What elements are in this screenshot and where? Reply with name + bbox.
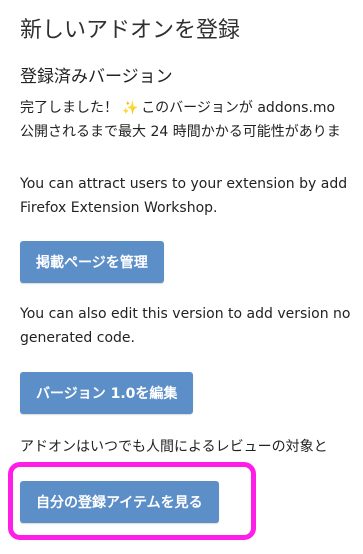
edit-version-button[interactable]: バージョン 1.0を編集 <box>20 372 194 414</box>
attract-users-line-1: You can attract users to your extension … <box>20 176 348 192</box>
sparkle-icon: ✨ <box>122 101 139 116</box>
success-message-line-2: 公開されるまで最大 24 時間かかる可能性がありま <box>20 124 341 140</box>
attract-users-line-2: Firefox Extension Workshop. <box>20 200 218 216</box>
page-title: 新しいアドオンを登録 <box>20 18 241 43</box>
view-my-submissions-button[interactable]: 自分の登録アイテムを見る <box>20 481 219 523</box>
edit-version-note-line-1: You can also edit this version to add ve… <box>20 306 351 322</box>
human-review-note: アドオンはいつでも人間によるレビューの対象と <box>20 439 328 455</box>
success-message-post: このバージョンが addons.mo <box>141 100 336 116</box>
success-message-line-1: 完了しました！ ✨ このバージョンが addons.mo <box>20 96 335 121</box>
section-title: 登録済みバージョン <box>20 67 173 87</box>
edit-version-note-line-2: generated code. <box>20 330 135 346</box>
success-message-pre: 完了しました！ <box>20 100 118 116</box>
manage-listing-button[interactable]: 掲載ページを管理 <box>20 241 164 283</box>
